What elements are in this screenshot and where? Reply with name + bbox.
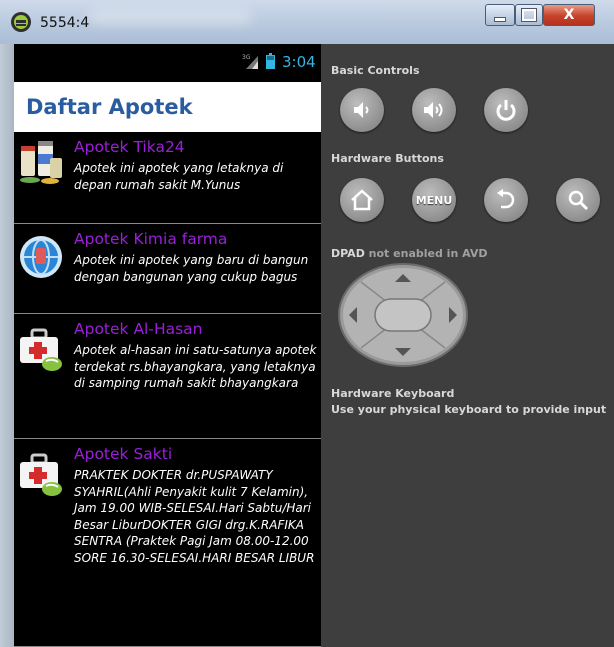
apotek-description: PRAKTEK DOKTER dr.PUSPAWATY SYAHRIL(Ahli…	[74, 468, 315, 565]
volume-up-button[interactable]	[412, 88, 456, 132]
first-aid-kit-icon	[20, 453, 62, 496]
volume-up-icon	[424, 102, 443, 118]
volume-down-icon	[354, 102, 369, 118]
globe-icon	[20, 236, 62, 278]
apotek-description: Apotek al-hasan ini satu-satunya apotek …	[74, 343, 317, 390]
medicine-bottles-icon	[20, 141, 62, 184]
window-frame	[0, 44, 14, 647]
status-bar: 3G 3:04	[14, 44, 321, 82]
volume-down-button[interactable]	[340, 88, 384, 132]
keyboard-description: Use your physical keyboard to provide in…	[331, 403, 607, 416]
android-app-icon	[11, 12, 31, 32]
apotek-description: Apotek ini apotek yang baru di bangun de…	[74, 253, 309, 284]
page-title: Daftar Apotek	[26, 95, 193, 119]
power-button[interactable]	[484, 88, 528, 132]
list-item[interactable]: Apotek Tika24 Apotek ini apotek yang let…	[14, 132, 321, 224]
dpad-control	[338, 263, 468, 367]
search-icon	[568, 190, 589, 211]
power-icon	[496, 100, 516, 121]
back-button[interactable]	[484, 178, 528, 222]
list-item[interactable]: Apotek Al-Hasan Apotek al-hasan ini satu…	[14, 314, 321, 439]
action-bar: Daftar Apotek	[14, 82, 321, 132]
maximize-button[interactable]	[515, 4, 543, 26]
apotek-name: Apotek Kimia farma	[74, 230, 228, 248]
svg-text:3G: 3G	[242, 54, 251, 61]
minimize-button[interactable]	[485, 4, 515, 26]
close-icon: X	[563, 7, 575, 23]
signal-icon: 3G	[242, 54, 258, 69]
keyboard-title: Hardware Keyboard	[331, 387, 455, 400]
minimize-icon	[494, 16, 506, 22]
window-titlebar: 5554:4 X	[0, 0, 614, 44]
hardware-buttons-label: Hardware Buttons	[331, 152, 444, 165]
menu-button[interactable]: MENU	[412, 178, 456, 222]
maximize-icon	[521, 8, 537, 22]
battery-icon	[266, 53, 275, 69]
apotek-name: Apotek Sakti	[74, 445, 173, 463]
list-item[interactable]: Apotek Kimia farma Apotek ini apotek yan…	[14, 224, 321, 314]
close-button[interactable]: X	[543, 4, 595, 26]
search-button[interactable]	[556, 178, 600, 222]
window-title: 5554:4	[40, 15, 90, 31]
device-screen: 3G 3:04 Daftar Apotek Apotek Tika24 Apot…	[14, 44, 321, 647]
apotek-name: Apotek Al-Hasan	[74, 320, 203, 338]
menu-label: MENU	[415, 193, 453, 207]
apotek-description: Apotek ini apotek yang letaknya di depan…	[74, 161, 284, 192]
first-aid-kit-icon	[20, 328, 62, 371]
home-button[interactable]	[340, 178, 384, 222]
basic-controls-label: Basic Controls	[331, 64, 420, 77]
emulator-controls: Basic Controls Hardware Buttons MENU DPA…	[321, 44, 614, 647]
status-time: 3:04	[282, 53, 316, 71]
apotek-name: Apotek Tika24	[74, 138, 185, 156]
back-icon	[497, 189, 515, 209]
list-item[interactable]: Apotek Sakti PRAKTEK DOKTER dr.PUSPAWATY…	[14, 439, 321, 647]
dpad-label: DPAD not enabled in AVD	[331, 247, 488, 260]
home-icon	[351, 189, 373, 211]
